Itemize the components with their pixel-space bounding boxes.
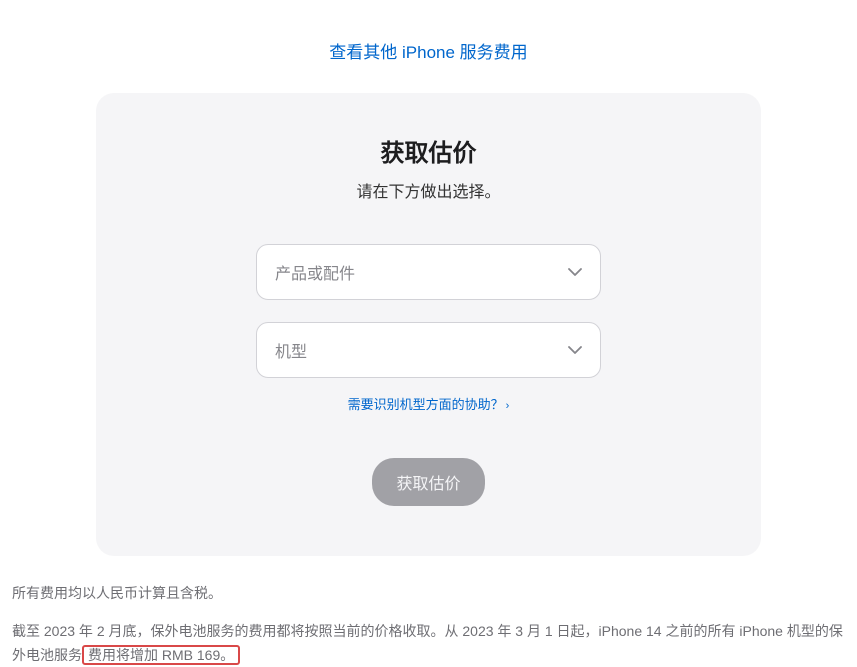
price-increase-highlight: 费用将增加 RMB 169。 — [82, 645, 240, 665]
chevron-down-icon — [568, 346, 582, 354]
footer-line-1: 所有费用均以人民币计算且含税。 — [12, 582, 845, 606]
chevron-right-icon: › — [506, 400, 510, 412]
product-select-wrapper: 产品或配件 — [256, 244, 601, 300]
model-select-placeholder: 机型 — [275, 338, 307, 362]
model-select-wrapper: 机型 — [256, 322, 601, 378]
product-select[interactable]: 产品或配件 — [256, 244, 601, 300]
card-subtitle: 请在下方做出选择。 — [146, 178, 711, 202]
get-estimate-button[interactable]: 获取估价 — [372, 458, 484, 506]
top-link-container: 查看其他 iPhone 服务费用 — [0, 0, 857, 93]
estimate-card: 获取估价 请在下方做出选择。 产品或配件 机型 需要识别机型方面的协助？› — [96, 93, 761, 556]
model-select[interactable]: 机型 — [256, 322, 601, 378]
product-select-placeholder: 产品或配件 — [275, 260, 355, 284]
view-other-services-link[interactable]: 查看其他 iPhone 服务费用 — [329, 43, 527, 62]
help-link-text: 需要识别机型方面的协助？ — [348, 397, 504, 412]
chevron-down-icon — [568, 268, 582, 276]
footer-notes: 所有费用均以人民币计算且含税。 截至 2023 年 2 月底，保外电池服务的费用… — [0, 556, 857, 667]
identify-model-help-link[interactable]: 需要识别机型方面的协助？› — [348, 397, 510, 412]
help-link-container: 需要识别机型方面的协助？› — [146, 394, 711, 414]
card-title: 获取估价 — [146, 133, 711, 168]
footer-line-2: 截至 2023 年 2 月底，保外电池服务的费用都将按照当前的价格收取。从 20… — [12, 620, 845, 667]
